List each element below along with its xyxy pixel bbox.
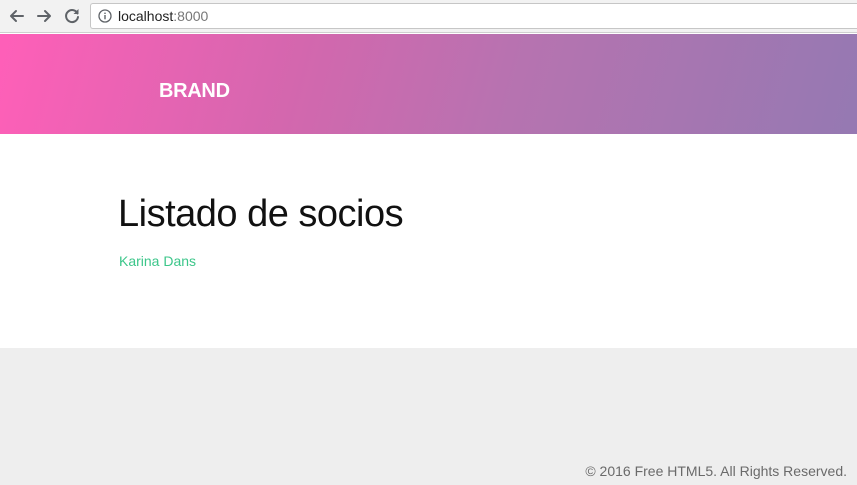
copyright-text: © 2016 Free HTML5. All Rights Reserved. <box>585 463 847 479</box>
reload-icon <box>65 9 79 24</box>
site-header: BRAND <box>0 34 857 134</box>
back-arrow-icon <box>10 10 24 22</box>
forward-arrow-icon <box>37 10 51 22</box>
back-button[interactable] <box>7 6 27 26</box>
reload-button[interactable] <box>62 6 82 26</box>
site-footer: © 2016 Free HTML5. All Rights Reserved. <box>0 348 857 485</box>
url-host: localhost <box>118 8 174 24</box>
main-content: Listado de socios Karina Dans <box>0 134 857 348</box>
forward-button[interactable] <box>34 6 54 26</box>
brand-logo[interactable]: BRAND <box>159 79 230 103</box>
url-port: :8000 <box>173 8 209 24</box>
address-bar[interactable]: localhost:8000 <box>90 3 857 29</box>
info-icon[interactable] <box>98 9 112 23</box>
url-text: localhost:8000 <box>118 8 208 24</box>
member-link[interactable]: Karina Dans <box>119 252 196 270</box>
browser-toolbar: localhost:8000 <box>0 0 857 33</box>
page-title: Listado de socios <box>118 193 404 235</box>
